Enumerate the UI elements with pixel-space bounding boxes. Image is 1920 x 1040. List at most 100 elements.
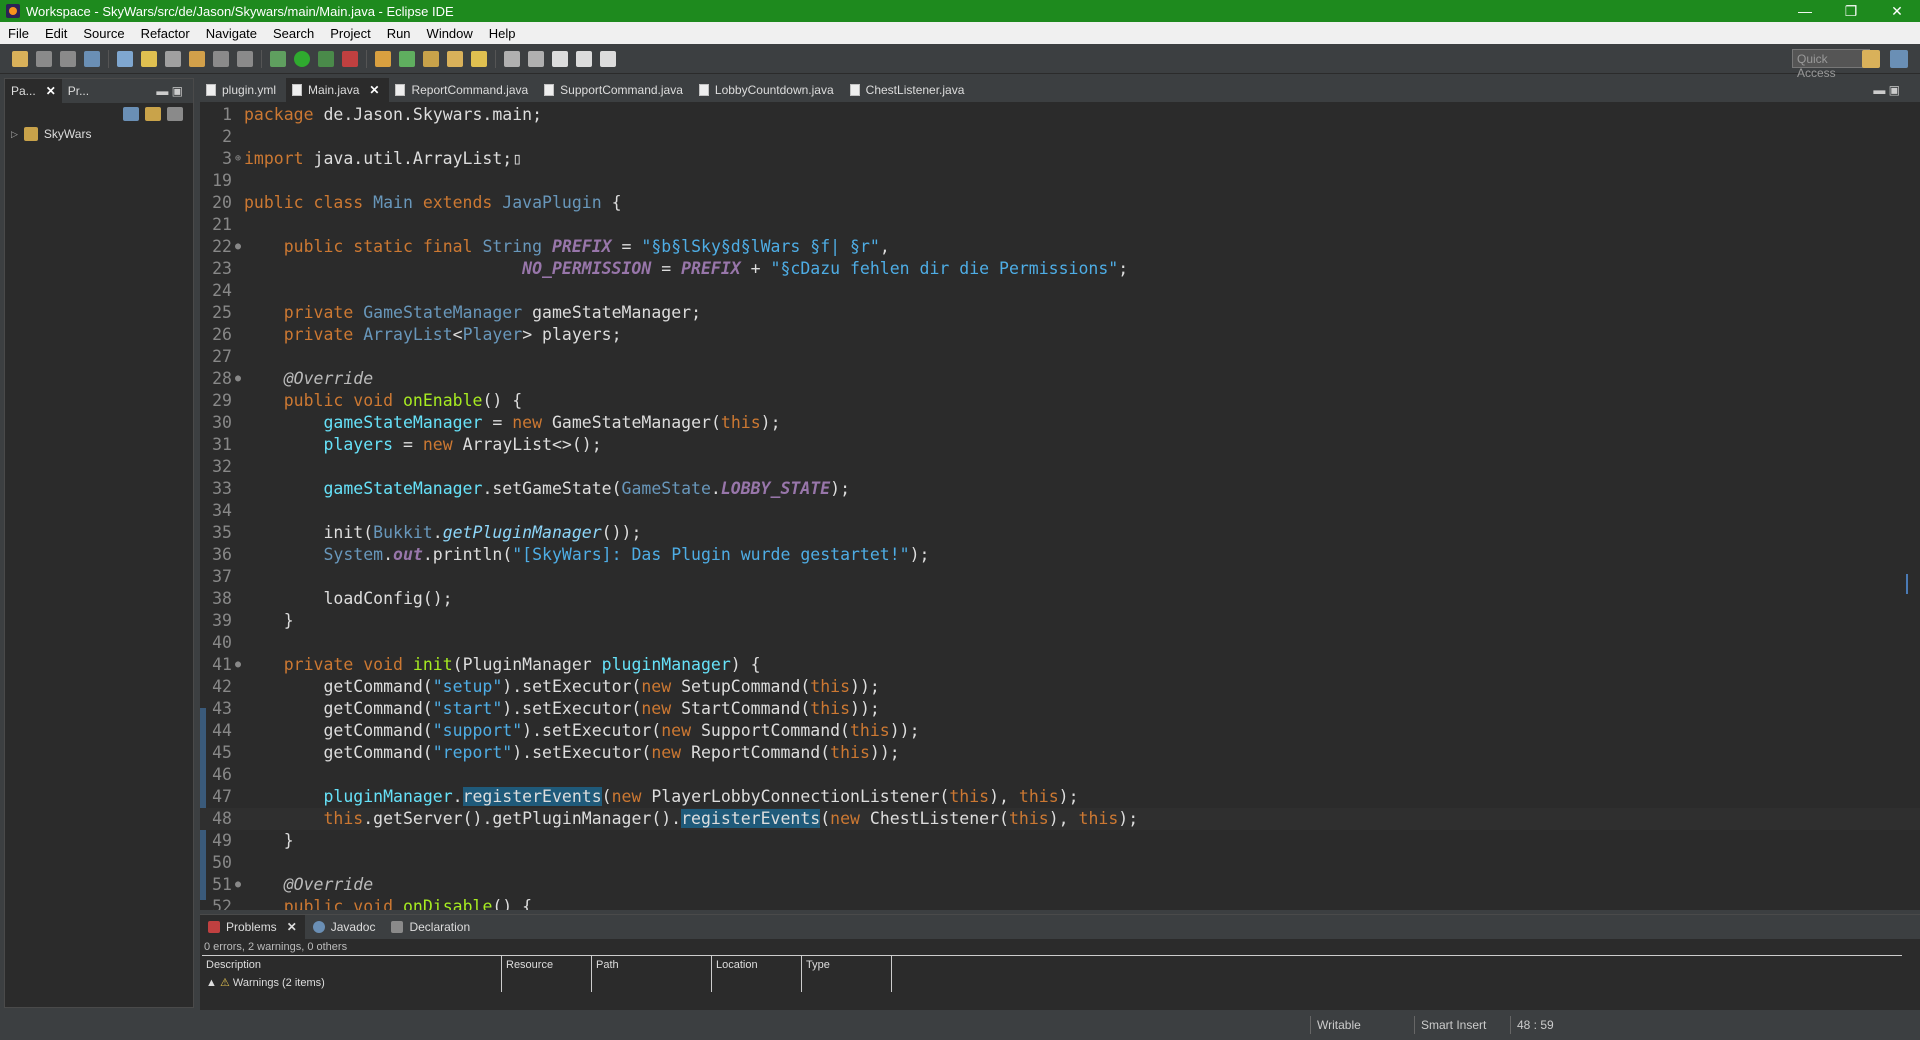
code-line[interactable]: 35 init(Bukkit.getPluginManager()); [200,522,1920,544]
collapse-all-icon[interactable] [123,107,139,121]
tab-chestlistener-java[interactable]: ChestListener.java [844,78,975,102]
col-type[interactable]: Type [802,956,892,974]
fold-marker-icon[interactable] [232,896,244,910]
code-line[interactable]: 29 public void onEnable() { [200,390,1920,412]
next-annotation-icon[interactable] [504,50,520,67]
code-line[interactable]: 26 private ArrayList<Player> players; [200,324,1920,346]
view-menu-icon[interactable] [167,107,183,121]
fold-marker-icon[interactable] [232,324,244,346]
code-line[interactable]: 45 getCommand("report").setExecutor(new … [200,742,1920,764]
menu-search[interactable]: Search [265,26,322,41]
fold-marker-icon[interactable] [232,126,244,148]
fold-marker-icon[interactable] [232,808,244,830]
code-line[interactable]: 40 [200,632,1920,654]
code-line[interactable]: 27 [200,346,1920,368]
fold-marker-icon[interactable] [232,786,244,808]
fold-marker-icon[interactable] [232,588,244,610]
code-line[interactable]: 44 getCommand("support").setExecutor(new… [200,720,1920,742]
open-folder-icon[interactable] [189,50,205,67]
fold-marker-icon[interactable] [232,192,244,214]
code-line[interactable]: 24 [200,280,1920,302]
fold-marker-icon[interactable] [232,346,244,368]
code-line[interactable]: 22 ● public static final String PREFIX = … [200,236,1920,258]
menu-source[interactable]: Source [75,26,132,41]
block-selection-icon[interactable] [165,50,181,67]
menu-file[interactable]: File [0,26,37,41]
table-row[interactable]: ▲ ⚠ Warnings (2 items) [202,974,1902,992]
fold-marker-icon[interactable] [232,214,244,236]
fold-marker-icon[interactable] [232,434,244,456]
fold-marker-icon[interactable]: ⊕ [232,148,244,170]
close-icon[interactable]: ✕ [287,920,297,934]
tab-project-explorer[interactable]: Pr... [62,79,95,103]
code-line[interactable]: 31 players = new ArrayList<>(); [200,434,1920,456]
debug-config-icon[interactable] [84,50,100,67]
expand-icon[interactable]: ▷ [11,129,18,140]
code-line[interactable]: 49 } [200,830,1920,852]
code-line[interactable]: 43 getCommand("start").setExecutor(new S… [200,698,1920,720]
save-icon[interactable] [36,50,52,67]
fold-marker-icon[interactable] [232,390,244,412]
fold-marker-icon[interactable] [232,698,244,720]
minimize-button[interactable]: — [1782,0,1828,22]
new-package-icon[interactable] [399,50,415,67]
fold-marker-icon[interactable] [232,720,244,742]
fold-marker-icon[interactable] [232,632,244,654]
menu-refactor[interactable]: Refactor [133,26,198,41]
run-icon[interactable] [294,50,310,67]
fold-marker-icon[interactable] [232,478,244,500]
menu-project[interactable]: Project [322,26,378,41]
tab-reportcommand-java[interactable]: ReportCommand.java [389,78,538,102]
close-icon[interactable]: ✕ [46,84,56,98]
prev-annotation-icon[interactable] [528,50,544,67]
menu-navigate[interactable]: Navigate [198,26,265,41]
code-line[interactable]: 46 [200,764,1920,786]
link-editor-icon[interactable] [145,107,161,121]
save-all-icon[interactable] [60,50,76,67]
tab-package-explorer[interactable]: Pa... ✕ [5,79,62,103]
code-line[interactable]: 52 public void onDisable() { [200,896,1920,910]
mark-occurrences-icon[interactable] [141,50,157,67]
code-line[interactable]: 1 package de.Jason.Skywars.main; [200,104,1920,126]
fold-marker-icon[interactable] [232,852,244,874]
back-icon[interactable] [576,50,592,67]
open-perspective-icon[interactable] [1862,50,1880,68]
code-line[interactable]: 25 private GameStateManager gameStateMan… [200,302,1920,324]
code-line[interactable]: 36 System.out.println("[SkyWars]: Das Pl… [200,544,1920,566]
code-line[interactable]: 3 ⊕ import java.util.ArrayList;▯ [200,148,1920,170]
restore-button[interactable]: ❐ [1828,0,1874,22]
java-perspective-icon[interactable] [1890,50,1908,68]
fold-marker-icon[interactable] [232,610,244,632]
code-line[interactable]: 38 loadConfig(); [200,588,1920,610]
code-line[interactable]: 19 [200,170,1920,192]
close-button[interactable]: ✕ [1874,0,1920,22]
last-edit-icon[interactable] [552,50,568,67]
open-task-icon[interactable] [423,50,439,67]
code-line[interactable]: 28 ● @Override [200,368,1920,390]
code-line[interactable]: 34 [200,500,1920,522]
expand-icon[interactable]: ▲ [206,977,217,989]
tab-problems[interactable]: Problems ✕ [200,915,305,939]
menu-run[interactable]: Run [379,26,419,41]
external-tools-icon[interactable] [342,50,358,67]
code-line[interactable]: 51 ● @Override [200,874,1920,896]
annotation-icon[interactable] [471,50,487,67]
tab-plugin-yml[interactable]: plugin.yml [200,78,286,102]
tab-supportcommand-java[interactable]: SupportCommand.java [538,78,693,102]
fold-marker-icon[interactable] [232,830,244,852]
fold-marker-icon[interactable] [232,104,244,126]
fold-marker-icon[interactable] [232,742,244,764]
fold-marker-icon[interactable]: ● [232,236,244,258]
code-line[interactable]: 23 NO_PERMISSION = PREFIX + "§cDazu fehl… [200,258,1920,280]
debug-icon[interactable] [270,50,286,67]
code-line[interactable]: 42 getCommand("setup").setExecutor(new S… [200,676,1920,698]
code-line[interactable]: 32 [200,456,1920,478]
forward-icon[interactable] [600,50,616,67]
col-resource[interactable]: Resource [502,956,592,974]
col-path[interactable]: Path [592,956,712,974]
fold-marker-icon[interactable]: ● [232,874,244,896]
code-line[interactable]: 50 [200,852,1920,874]
code-line[interactable]: 48 this.getServer().getPluginManager().r… [200,808,1920,830]
menu-window[interactable]: Window [419,26,481,41]
fold-marker-icon[interactable] [232,280,244,302]
